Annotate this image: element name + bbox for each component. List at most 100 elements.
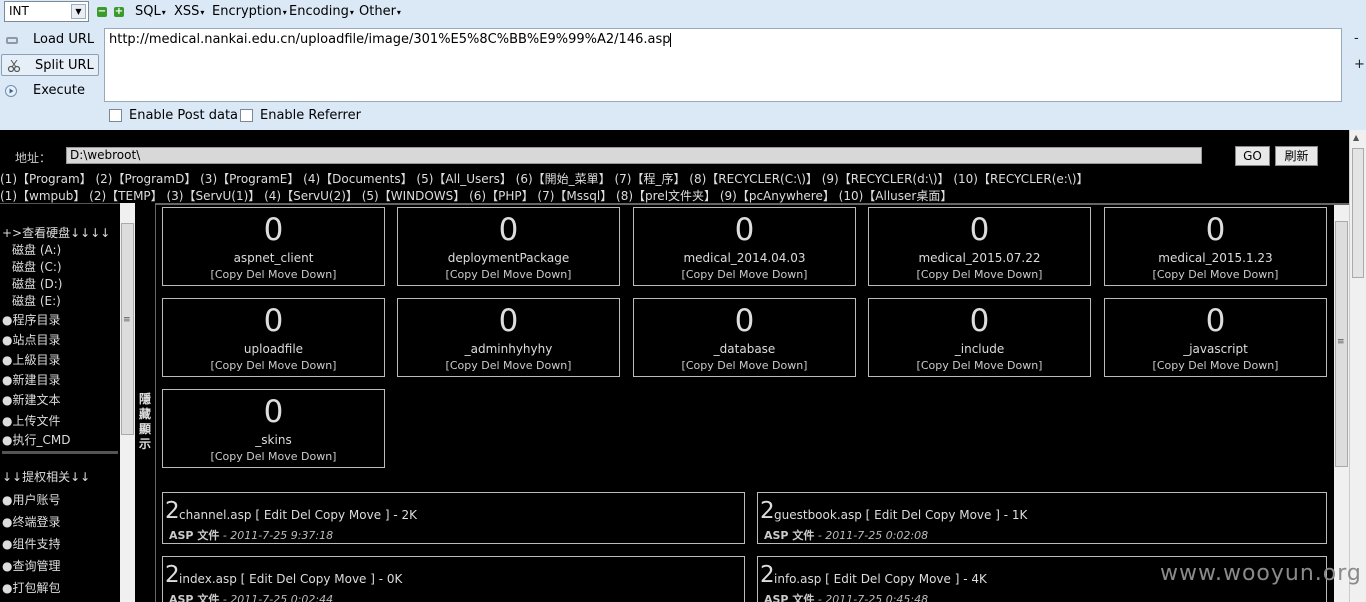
folder-actions[interactable]: [Copy Del Move Down] (163, 450, 384, 463)
folder-actions[interactable]: [Copy Del Move Down] (1105, 359, 1326, 372)
sidebar-item-site-dir[interactable]: ●站点目录 (2, 331, 60, 348)
folder-actions[interactable]: [Copy Del Move Down] (1105, 268, 1326, 281)
menu-encoding[interactable]: Encoding (289, 4, 354, 19)
chevron-up-icon[interactable]: ▲ (1353, 133, 1359, 142)
type-select[interactable]: INT ▼ (4, 1, 89, 22)
sidebar-item-pack-unpack[interactable]: ●打包解包 (2, 579, 60, 596)
file-meta: ASP 文件 - 2011-7-25 9:37:18 (169, 527, 333, 543)
folder-actions[interactable]: [Copy Del Move Down] (634, 268, 855, 281)
url-textarea[interactable]: http://medical.nankai.edu.cn/uploadfile/… (104, 28, 1342, 102)
file-meta: ASP 文件 - 2011-7-25 0:02:08 (764, 527, 928, 543)
disk-header[interactable]: +>查看硬盘↓↓↓↓ (2, 224, 110, 241)
folder-card[interactable]: 0 medical_2014.04.03 [Copy Del Move Down… (633, 207, 856, 286)
quick-path-links-2[interactable]: (1)【wmpub】 (2)【TEMP】 (3)【ServU(1)】 (4)【S… (0, 187, 952, 204)
sidebar-item-new-dir[interactable]: ●新建目录 (2, 371, 60, 388)
folder-card[interactable]: 0 aspnet_client [Copy Del Move Down] (162, 207, 385, 286)
sidebar-scrollbar[interactable]: ≡ (120, 203, 135, 602)
sidebar-item-disk-e[interactable]: 磁盘 (E:) (12, 292, 61, 309)
menu-encryption[interactable]: Encryption (212, 4, 287, 19)
enable-post-checkbox[interactable]: Enable Post data (109, 108, 238, 123)
address-input[interactable]: D:\webroot\ (66, 147, 1202, 164)
minus-icon[interactable]: − (97, 7, 107, 17)
file-title[interactable]: guestbook.asp [ Edit Del Copy Move ] - 1… (774, 508, 1027, 522)
menu-sql[interactable]: SQL (135, 4, 166, 19)
folder-card[interactable]: 0 _adminhyhyhy [Copy Del Move Down] (397, 298, 620, 377)
sidebar-item-component-support[interactable]: ●组件支持 (2, 535, 60, 552)
type-select-value: INT (9, 4, 29, 18)
folder-name[interactable]: aspnet_client (163, 251, 384, 265)
page-scrollbar[interactable]: ▲ (1349, 130, 1366, 602)
file-type: ASP 文件 (764, 593, 815, 602)
shrink-button[interactable]: - (1354, 31, 1359, 46)
folder-name[interactable]: uploadfile (163, 342, 384, 356)
scrollbar-thumb[interactable] (121, 223, 134, 435)
folder-count: 0 (969, 303, 990, 339)
file-title[interactable]: channel.asp [ Edit Del Copy Move ] - 2K (179, 508, 417, 522)
sidebar-item-disk-a[interactable]: 磁盘 (A:) (12, 241, 61, 258)
expand-button[interactable]: + (1354, 57, 1365, 72)
content-scrollbar[interactable]: ≡ (1334, 205, 1349, 602)
scrollbar-thumb[interactable] (1352, 148, 1364, 278)
folder-card[interactable]: 0 uploadfile [Copy Del Move Down] (162, 298, 385, 377)
folder-name[interactable]: medical_2015.07.22 (869, 251, 1090, 265)
file-card[interactable]: 2 channel.asp [ Edit Del Copy Move ] - 2… (162, 492, 745, 544)
plus-icon[interactable]: + (114, 7, 124, 17)
load-url-button[interactable]: Load URL (0, 29, 100, 51)
folder-name[interactable]: _adminhyhyhy (398, 342, 619, 356)
file-card[interactable]: 2 index.asp [ Edit Del Copy Move ] - 0K … (162, 556, 745, 602)
folder-name[interactable]: medical_2015.1.23 (1105, 251, 1326, 265)
folder-count: 0 (498, 212, 519, 248)
folder-actions[interactable]: [Copy Del Move Down] (634, 359, 855, 372)
file-card[interactable]: 2 guestbook.asp [ Edit Del Copy Move ] -… (757, 492, 1327, 544)
folder-count: 0 (498, 303, 519, 339)
folder-card[interactable]: 0 _javascript [Copy Del Move Down] (1104, 298, 1327, 377)
sidebar-item-disk-d[interactable]: 磁盘 (D:) (12, 275, 62, 292)
folder-card[interactable]: 0 deploymentPackage [Copy Del Move Down] (397, 207, 620, 286)
folder-name[interactable]: _database (634, 342, 855, 356)
folder-card[interactable]: 0 _include [Copy Del Move Down] (868, 298, 1091, 377)
go-button[interactable]: GO (1235, 146, 1270, 166)
folder-name[interactable]: _skins (163, 433, 384, 447)
file-date: - 2011-7-25 9:37:18 (219, 529, 334, 542)
folder-actions[interactable]: [Copy Del Move Down] (869, 359, 1090, 372)
checkbox-box[interactable] (109, 109, 122, 122)
refresh-button[interactable]: 刷新 (1275, 146, 1318, 166)
folder-actions[interactable]: [Copy Del Move Down] (163, 268, 384, 281)
chevron-down-icon[interactable]: ▼ (71, 4, 86, 19)
sidebar-item-exec-cmd[interactable]: ●执行_CMD (2, 431, 70, 448)
sidebar-item-program-dir[interactable]: ●程序目录 (2, 311, 60, 328)
folder-count: 0 (734, 303, 755, 339)
split-url-button[interactable]: Split URL (1, 54, 99, 76)
execute-button[interactable]: Execute (0, 80, 100, 102)
folder-card[interactable]: 0 _skins [Copy Del Move Down] (162, 389, 385, 468)
hide-show-toggle[interactable]: 隱藏 顯示 (139, 392, 151, 452)
folder-card[interactable]: 0 _database [Copy Del Move Down] (633, 298, 856, 377)
folder-name[interactable]: deploymentPackage (398, 251, 619, 265)
load-url-label: Load URL (33, 32, 95, 47)
folder-card[interactable]: 0 medical_2015.1.23 [Copy Del Move Down] (1104, 207, 1327, 286)
sidebar-item-parent-dir[interactable]: ●上級目录 (2, 351, 60, 368)
menu-other[interactable]: Other (359, 4, 401, 19)
folder-actions[interactable]: [Copy Del Move Down] (398, 359, 619, 372)
file-title[interactable]: info.asp [ Edit Del Copy Move ] - 4K (774, 572, 987, 586)
folder-actions[interactable]: [Copy Del Move Down] (163, 359, 384, 372)
file-meta: ASP 文件 - 2011-7-25 0:02:44 (169, 591, 333, 602)
folder-card[interactable]: 0 medical_2015.07.22 [Copy Del Move Down… (868, 207, 1091, 286)
sidebar-item-query-manage[interactable]: ●查询管理 (2, 557, 60, 574)
folder-count: 0 (969, 212, 990, 248)
file-title[interactable]: index.asp [ Edit Del Copy Move ] - 0K (179, 572, 402, 586)
menu-xss[interactable]: XSS (174, 4, 204, 19)
quick-path-links-1[interactable]: (1)【Program】 (2)【ProgramD】 (3)【ProgramE】… (0, 170, 1089, 187)
checkbox-box[interactable] (240, 109, 253, 122)
sidebar-item-user-accounts[interactable]: ●用户账号 (2, 491, 60, 508)
sidebar-item-new-text[interactable]: ●新建文本 (2, 391, 60, 408)
folder-actions[interactable]: [Copy Del Move Down] (398, 268, 619, 281)
folder-name[interactable]: _javascript (1105, 342, 1326, 356)
sidebar-item-upload-file[interactable]: ●上传文件 (2, 412, 60, 429)
enable-referrer-checkbox[interactable]: Enable Referrer (240, 108, 361, 123)
folder-name[interactable]: _include (869, 342, 1090, 356)
folder-actions[interactable]: [Copy Del Move Down] (869, 268, 1090, 281)
sidebar-item-disk-c[interactable]: 磁盘 (C:) (12, 258, 62, 275)
folder-name[interactable]: medical_2014.04.03 (634, 251, 855, 265)
sidebar-item-terminal-login[interactable]: ●终端登录 (2, 513, 60, 530)
